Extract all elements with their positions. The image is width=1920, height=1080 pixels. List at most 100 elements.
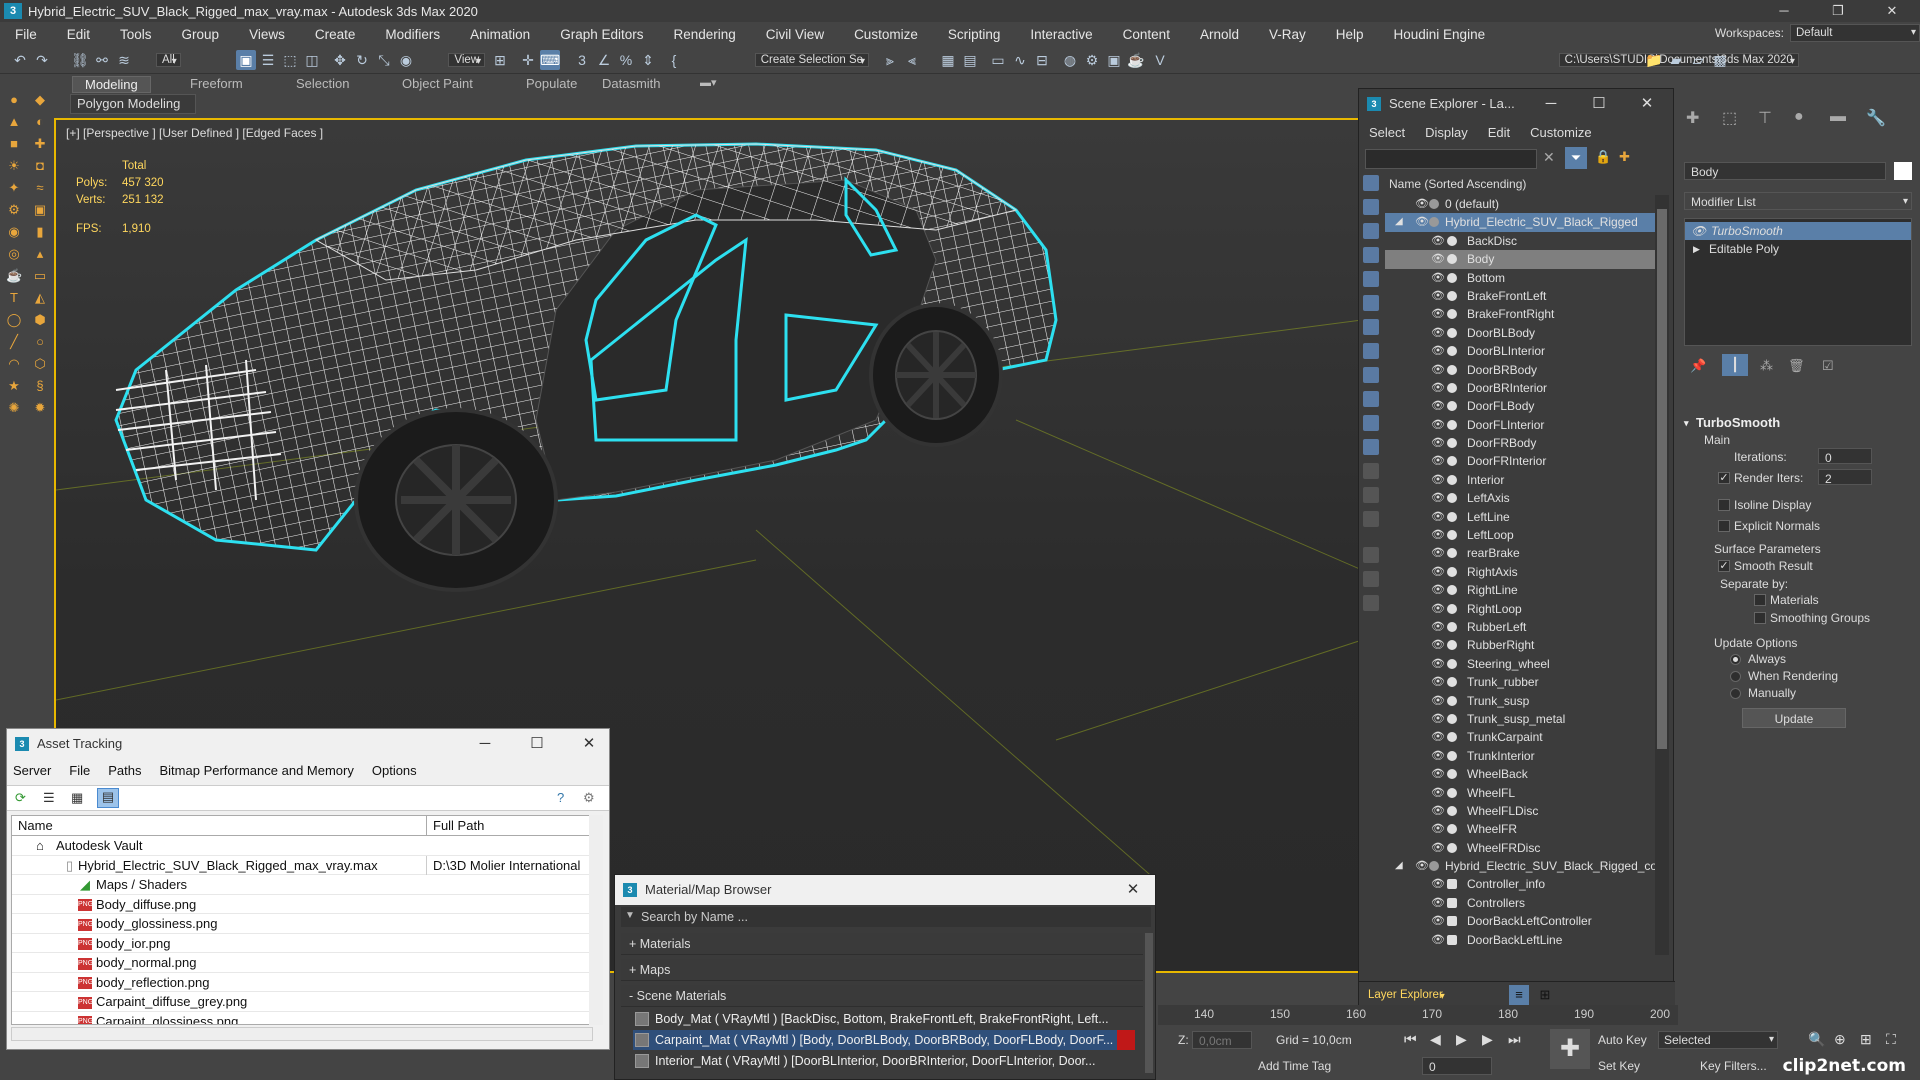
select-by-name-icon[interactable]: ☰ <box>258 50 278 70</box>
ref-coord-dropdown[interactable]: View <box>448 53 486 67</box>
spacewarp-icon[interactable]: ≈ <box>32 180 48 196</box>
thumbnail-view-icon[interactable]: ▦ <box>71 790 83 806</box>
asset-row-map[interactable]: PNG Carpaint_diffuse_grey.png <box>12 992 592 1012</box>
visibility-eye-icon[interactable]: 👁 <box>1431 492 1445 504</box>
menu-content[interactable]: Content <box>1108 27 1185 42</box>
menu-edit[interactable]: Edit <box>52 27 105 42</box>
minimize-icon[interactable]: ─ <box>1529 89 1573 119</box>
tree-row-object[interactable]: 👁 RightLoop <box>1385 600 1655 618</box>
maximize-icon[interactable]: ☐ <box>1577 89 1621 119</box>
render-setup-icon[interactable]: ⚙ <box>1082 50 1102 70</box>
configure-sets-icon[interactable]: ☑ <box>1822 358 1834 374</box>
viewport-label[interactable]: [+] [Perspective ] [User Defined ] [Edge… <box>66 126 323 140</box>
star-icon[interactable]: ★ <box>6 378 22 394</box>
menu-graph-editors[interactable]: Graph Editors <box>545 27 658 42</box>
freeze-icon[interactable] <box>1447 290 1457 301</box>
remove-modifier-icon[interactable]: 🗑 <box>1788 358 1805 374</box>
z-coordinate-field[interactable]: 0,0cm <box>1192 1031 1252 1049</box>
menu-help[interactable]: Help <box>1321 27 1379 42</box>
zoom-all-icon[interactable]: ⊕ <box>1834 1031 1846 1048</box>
edit-named-sets-icon[interactable]: { <box>664 50 684 70</box>
freeze-icon[interactable] <box>1447 382 1457 393</box>
asset-row-map[interactable]: PNG Body_diffuse.png <box>12 895 592 914</box>
help-icon[interactable]: ? <box>557 790 564 805</box>
tree-row-object[interactable]: 👁 DoorFRInterior <box>1385 452 1655 470</box>
visibility-eye-icon[interactable]: 👁 <box>1431 787 1445 799</box>
lock-icon[interactable]: 🔒 <box>1595 149 1611 165</box>
visibility-eye-icon[interactable]: 👁 <box>1431 934 1445 946</box>
freeze-icon[interactable] <box>1447 235 1457 246</box>
helper-object-icon[interactable] <box>1447 879 1457 890</box>
freeze-icon[interactable] <box>1429 861 1439 872</box>
visibility-eye-icon[interactable]: 👁 <box>1431 529 1445 541</box>
hierarchy-icon[interactable]: ▲ <box>6 114 22 130</box>
material-browser-scrollbar[interactable] <box>1145 933 1153 1073</box>
at-menu-server[interactable]: Server <box>13 763 51 778</box>
freeze-icon[interactable] <box>1447 824 1457 835</box>
freeze-icon[interactable] <box>1447 364 1457 375</box>
asset-row-maps[interactable]: ◢ Maps / Shaders <box>12 875 592 895</box>
visibility-eye-icon[interactable]: 👁 <box>1431 364 1445 376</box>
freeze-icon[interactable] <box>1447 401 1457 412</box>
box-icon[interactable]: ▣ <box>32 202 48 218</box>
tree-row-model-layer[interactable]: ◢ 👁 Hybrid_Electric_SUV_Black_Rigged <box>1385 213 1655 232</box>
keyboard-shortcut-icon[interactable]: ⌨ <box>540 50 560 70</box>
menu-customize[interactable]: Customize <box>839 27 933 42</box>
freeze-icon[interactable] <box>1447 585 1457 596</box>
filter-icon[interactable]: ⏷ <box>1565 147 1587 169</box>
torus-icon[interactable]: ◎ <box>6 246 22 262</box>
maximize-icon[interactable]: ❐ <box>1816 0 1860 22</box>
visibility-eye-icon[interactable]: 👁 <box>1431 327 1445 339</box>
tree-row-object[interactable]: 👁 BackDisc <box>1385 232 1655 250</box>
visibility-eye-icon[interactable]: 👁 <box>1431 603 1445 615</box>
visibility-eye-icon[interactable]: 👁 <box>1431 511 1445 523</box>
visibility-eye-icon[interactable]: 👁 <box>1431 695 1445 707</box>
ribbon-tab-populate[interactable]: Populate <box>526 76 577 91</box>
maximize-viewport-icon[interactable]: ⛶ <box>1886 1031 1896 1048</box>
snap-toggle-icon[interactable]: 3 <box>572 50 592 70</box>
se-menu-select[interactable]: Select <box>1369 125 1405 140</box>
visibility-eye-icon[interactable]: 👁 <box>1431 658 1445 670</box>
display-spacewarps-icon[interactable] <box>1363 319 1379 335</box>
isoline-checkbox[interactable] <box>1718 499 1730 511</box>
angle-snap-icon[interactable]: ∠ <box>594 50 614 70</box>
visibility-eye-icon[interactable]: 👁 <box>1431 897 1445 909</box>
hierarchy-view-icon[interactable]: ⊞ <box>1535 985 1555 1005</box>
tree-row-object[interactable]: 👁 WheelBack <box>1385 765 1655 783</box>
set-project-icon[interactable]: ▰ <box>1666 50 1686 70</box>
go-to-end-icon[interactable]: ⏭ <box>1508 1031 1521 1048</box>
placement-icon[interactable]: ◉ <box>396 50 416 70</box>
tree-row-object[interactable]: 👁 DoorBLBody <box>1385 324 1655 342</box>
clear-search-icon[interactable]: ✕ <box>1543 149 1555 166</box>
at-menu-file[interactable]: File <box>69 763 90 778</box>
helper-object-icon[interactable] <box>1447 916 1457 927</box>
material-search-input[interactable]: Search by Name ... <box>621 907 1151 927</box>
asset-row-vault[interactable]: ⌂ Autodesk Vault <box>12 836 592 856</box>
redo-icon[interactable]: ↷ <box>32 50 52 70</box>
visibility-eye-icon[interactable]: 👁 <box>1431 584 1445 596</box>
rotate-icon[interactable]: ↻ <box>352 50 372 70</box>
visibility-eye-icon[interactable]: 👁 <box>1431 768 1445 780</box>
menu-create[interactable]: Create <box>300 27 371 42</box>
collapse-arrow-icon[interactable]: ◢ <box>1395 857 1403 875</box>
visibility-eye-icon[interactable]: 👁 <box>1431 878 1445 890</box>
menu-tools[interactable]: Tools <box>105 27 167 42</box>
freeze-icon[interactable] <box>1447 254 1457 265</box>
freeze-icon[interactable] <box>1429 217 1439 228</box>
zoom-icon[interactable]: 🔍 <box>1808 1031 1825 1048</box>
menu-interactive[interactable]: Interactive <box>1015 27 1107 42</box>
select-all-icon[interactable] <box>1363 487 1379 503</box>
display-icon[interactable]: ■ <box>6 136 22 152</box>
camera-icon[interactable]: ◘ <box>32 158 48 174</box>
collapse-arrow-icon[interactable]: ◢ <box>1395 213 1403 231</box>
visibility-eye-icon[interactable]: 👁 <box>1431 566 1445 578</box>
tree-row-object[interactable]: 👁 TrunkInterior <box>1385 747 1655 765</box>
tree-row-object[interactable]: 👁 WheelFR <box>1385 820 1655 838</box>
close-icon[interactable]: ✕ <box>1111 875 1155 905</box>
menu-views[interactable]: Views <box>234 27 300 42</box>
tree-row-object[interactable]: 👁 RightAxis <box>1385 563 1655 581</box>
display-geometry-icon[interactable] <box>1363 199 1379 215</box>
visibility-eye-icon[interactable]: 👁 <box>1431 676 1445 688</box>
group-materials[interactable]: + Materials <box>621 933 1143 955</box>
freeze-icon[interactable] <box>1447 272 1457 283</box>
